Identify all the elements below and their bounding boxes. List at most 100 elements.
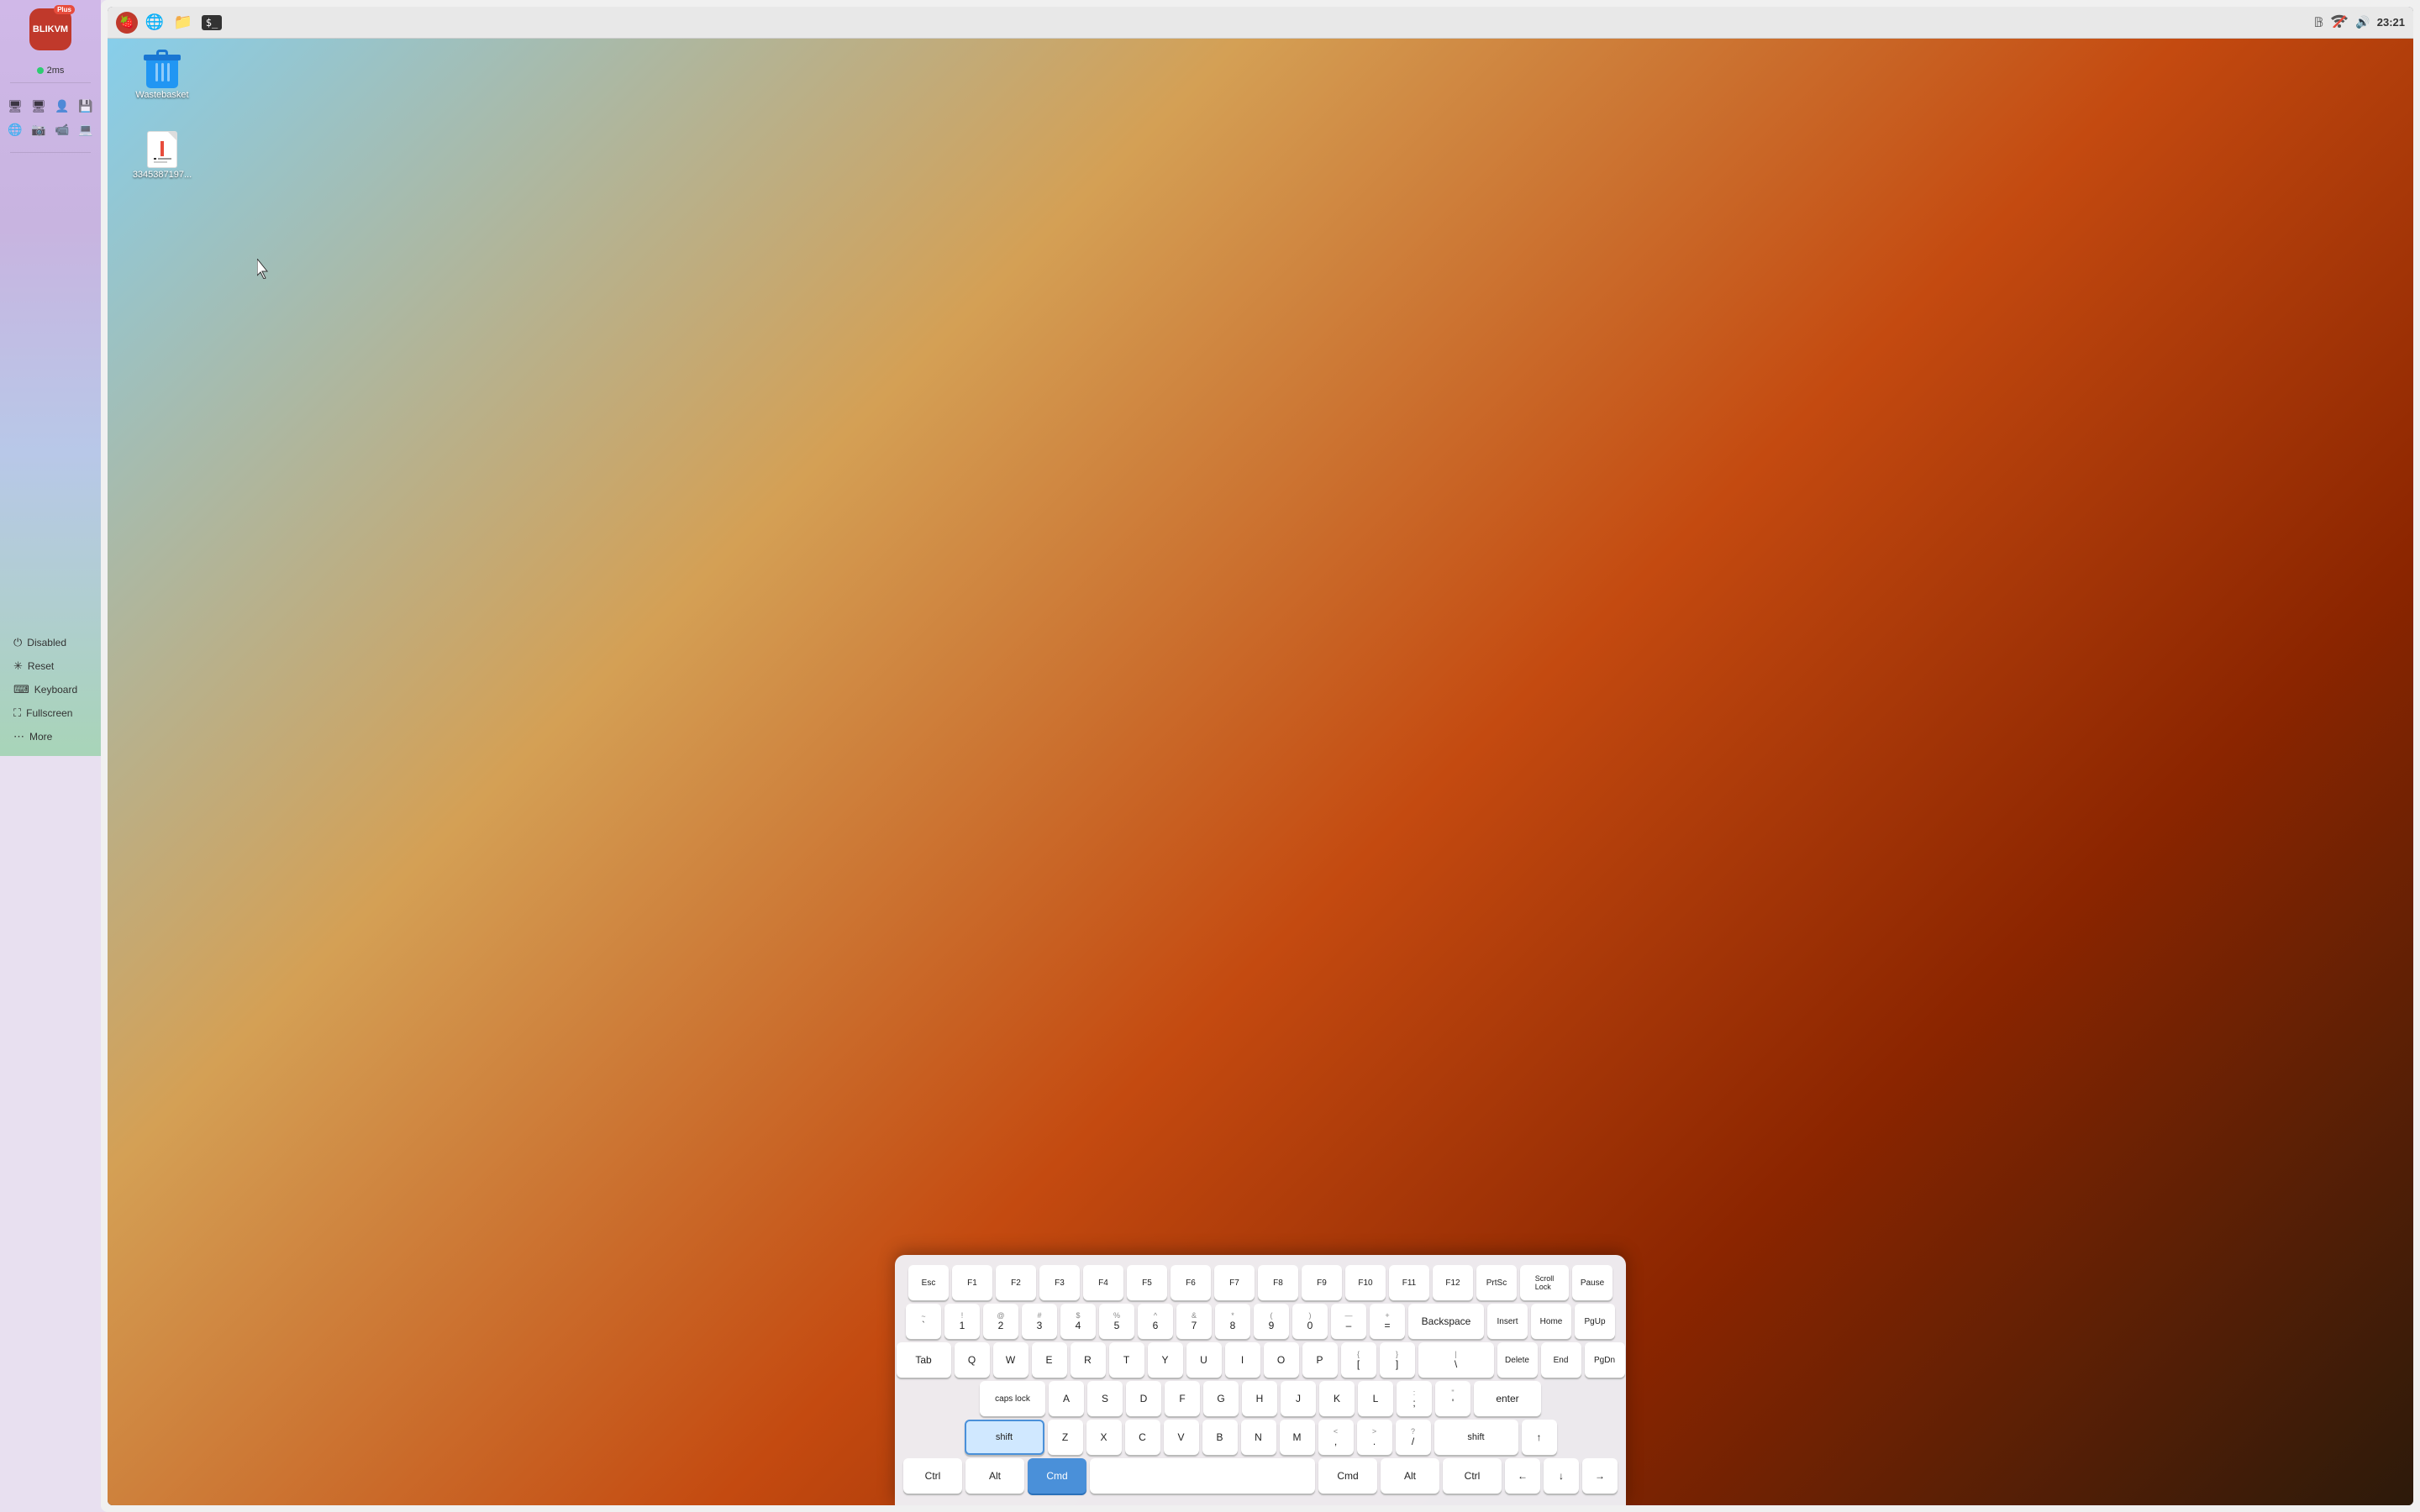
key-m[interactable]: M [1280, 1420, 1315, 1455]
sidebar-menu-fullscreen[interactable]: ⛶ Fullscreen [8, 702, 92, 724]
key-shift-left[interactable]: shift [965, 1420, 1044, 1455]
key-bracket-open[interactable]: { [ [1341, 1342, 1376, 1378]
key-c[interactable]: C [1125, 1420, 1160, 1455]
key-0[interactable]: ) 0 [1292, 1304, 1328, 1339]
key-2[interactable]: @ 2 [983, 1304, 1018, 1339]
key-ctrl-left[interactable]: Ctrl [903, 1458, 962, 1494]
key-delete[interactable]: Delete [1497, 1342, 1538, 1378]
key-i[interactable]: I [1225, 1342, 1260, 1378]
key-equal[interactable]: + = [1370, 1304, 1405, 1339]
key-4[interactable]: $ 4 [1060, 1304, 1096, 1339]
key-backslash[interactable]: | \ [1418, 1342, 1494, 1378]
key-prtsc[interactable]: PrtSc [1476, 1265, 1517, 1300]
key-arrow-left[interactable]: ← [1505, 1458, 1540, 1494]
key-f9[interactable]: F9 [1302, 1265, 1342, 1300]
key-cmd-left[interactable]: Cmd [1028, 1458, 1086, 1494]
key-pause[interactable]: Pause [1572, 1265, 1612, 1300]
folder-icon-btn[interactable]: 📁 [171, 11, 195, 34]
key-caps-lock[interactable]: caps lock [980, 1381, 1045, 1416]
key-e[interactable]: E [1032, 1342, 1067, 1378]
sidebar-icon-user[interactable]: 👤 [53, 97, 71, 115]
terminal-icon-btn[interactable]: $_ [200, 11, 224, 34]
key-b[interactable]: B [1202, 1420, 1238, 1455]
sidebar-icon-monitor1[interactable]: 🖥 [6, 97, 24, 115]
key-ctrl-right[interactable]: Ctrl [1443, 1458, 1502, 1494]
raspberry-pi-icon[interactable]: 🍓 [116, 12, 138, 34]
key-tab[interactable]: Tab [897, 1342, 951, 1378]
key-f1[interactable]: F1 [952, 1265, 992, 1300]
key-q[interactable]: Q [955, 1342, 990, 1378]
key-esc[interactable]: Esc [908, 1265, 949, 1300]
key-a[interactable]: A [1049, 1381, 1084, 1416]
remote-desktop[interactable]: Wastebasket [108, 39, 2413, 1505]
key-shift-right[interactable]: shift [1434, 1420, 1518, 1455]
app-logo[interactable]: BLIKVM Plus [29, 8, 71, 50]
key-5[interactable]: % 5 [1099, 1304, 1134, 1339]
key-arrow-right[interactable]: → [1582, 1458, 1618, 1494]
sidebar-icon-globe[interactable]: 🌐 [6, 120, 24, 139]
key-f3[interactable]: F3 [1039, 1265, 1080, 1300]
key-d[interactable]: D [1126, 1381, 1161, 1416]
key-f6[interactable]: F6 [1171, 1265, 1211, 1300]
sidebar-menu-reset[interactable]: ✳ Reset [8, 655, 92, 677]
key-enter[interactable]: enter [1474, 1381, 1541, 1416]
key-backspace[interactable]: Backspace [1408, 1304, 1484, 1339]
key-cmd-right[interactable]: Cmd [1318, 1458, 1377, 1494]
key-alt-left[interactable]: Alt [965, 1458, 1024, 1494]
sidebar-icon-monitor2[interactable]: 🖥 [29, 97, 48, 115]
key-j[interactable]: J [1281, 1381, 1316, 1416]
key-semicolon[interactable]: : ; [1397, 1381, 1432, 1416]
key-s[interactable]: S [1087, 1381, 1123, 1416]
key-y[interactable]: Y [1148, 1342, 1183, 1378]
key-f11[interactable]: F11 [1389, 1265, 1429, 1300]
globe-icon-btn[interactable]: 🌐 [143, 11, 166, 34]
key-p[interactable]: P [1302, 1342, 1338, 1378]
key-6[interactable]: ^ 6 [1138, 1304, 1173, 1339]
key-f4[interactable]: F4 [1083, 1265, 1123, 1300]
sidebar-icon-laptop[interactable]: 💻 [76, 120, 95, 139]
key-f12[interactable]: F12 [1433, 1265, 1473, 1300]
key-arrow-down[interactable]: ↓ [1544, 1458, 1579, 1494]
key-comma[interactable]: < , [1318, 1420, 1354, 1455]
file-desktop-icon[interactable]: 3345387197... [129, 131, 196, 180]
key-v[interactable]: V [1164, 1420, 1199, 1455]
key-alt-right[interactable]: Alt [1381, 1458, 1439, 1494]
key-f8[interactable]: F8 [1258, 1265, 1298, 1300]
key-o[interactable]: O [1264, 1342, 1299, 1378]
key-minus[interactable]: — – [1331, 1304, 1366, 1339]
key-f5[interactable]: F5 [1127, 1265, 1167, 1300]
key-l[interactable]: L [1358, 1381, 1393, 1416]
key-w[interactable]: W [993, 1342, 1028, 1378]
key-backtick[interactable]: ~ ` [906, 1304, 941, 1339]
key-space[interactable] [1090, 1458, 1315, 1494]
key-quote[interactable]: " ' [1435, 1381, 1470, 1416]
key-bracket-close[interactable]: } ] [1380, 1342, 1415, 1378]
key-slash[interactable]: ? / [1396, 1420, 1431, 1455]
key-f2[interactable]: F2 [996, 1265, 1036, 1300]
key-x[interactable]: X [1086, 1420, 1122, 1455]
key-f[interactable]: F [1165, 1381, 1200, 1416]
sidebar-menu-keyboard[interactable]: ⌨ Keyboard [8, 679, 92, 701]
sidebar-icon-storage[interactable]: 💾 [76, 97, 95, 115]
key-7[interactable]: & 7 [1176, 1304, 1212, 1339]
key-f10[interactable]: F10 [1345, 1265, 1386, 1300]
key-u[interactable]: U [1186, 1342, 1222, 1378]
key-9[interactable]: ( 9 [1254, 1304, 1289, 1339]
key-1[interactable]: ! 1 [944, 1304, 980, 1339]
key-k[interactable]: K [1319, 1381, 1355, 1416]
key-period[interactable]: > . [1357, 1420, 1392, 1455]
sidebar-icon-camera[interactable]: 📷 [29, 120, 48, 139]
key-arrow-up[interactable]: ↑ [1522, 1420, 1557, 1455]
key-end[interactable]: End [1541, 1342, 1581, 1378]
key-8[interactable]: * 8 [1215, 1304, 1250, 1339]
key-g[interactable]: G [1203, 1381, 1239, 1416]
key-insert[interactable]: Insert [1487, 1304, 1528, 1339]
wastebasket-desktop-icon[interactable]: Wastebasket [129, 51, 196, 100]
key-h[interactable]: H [1242, 1381, 1277, 1416]
sidebar-menu-disabled[interactable]: ⏻ Disabled [8, 632, 92, 654]
key-scroll-lock[interactable]: ScrollLock [1520, 1265, 1569, 1300]
key-3[interactable]: # 3 [1022, 1304, 1057, 1339]
key-t[interactable]: T [1109, 1342, 1144, 1378]
key-pgup[interactable]: PgUp [1575, 1304, 1615, 1339]
key-pgdn[interactable]: PgDn [1585, 1342, 1625, 1378]
